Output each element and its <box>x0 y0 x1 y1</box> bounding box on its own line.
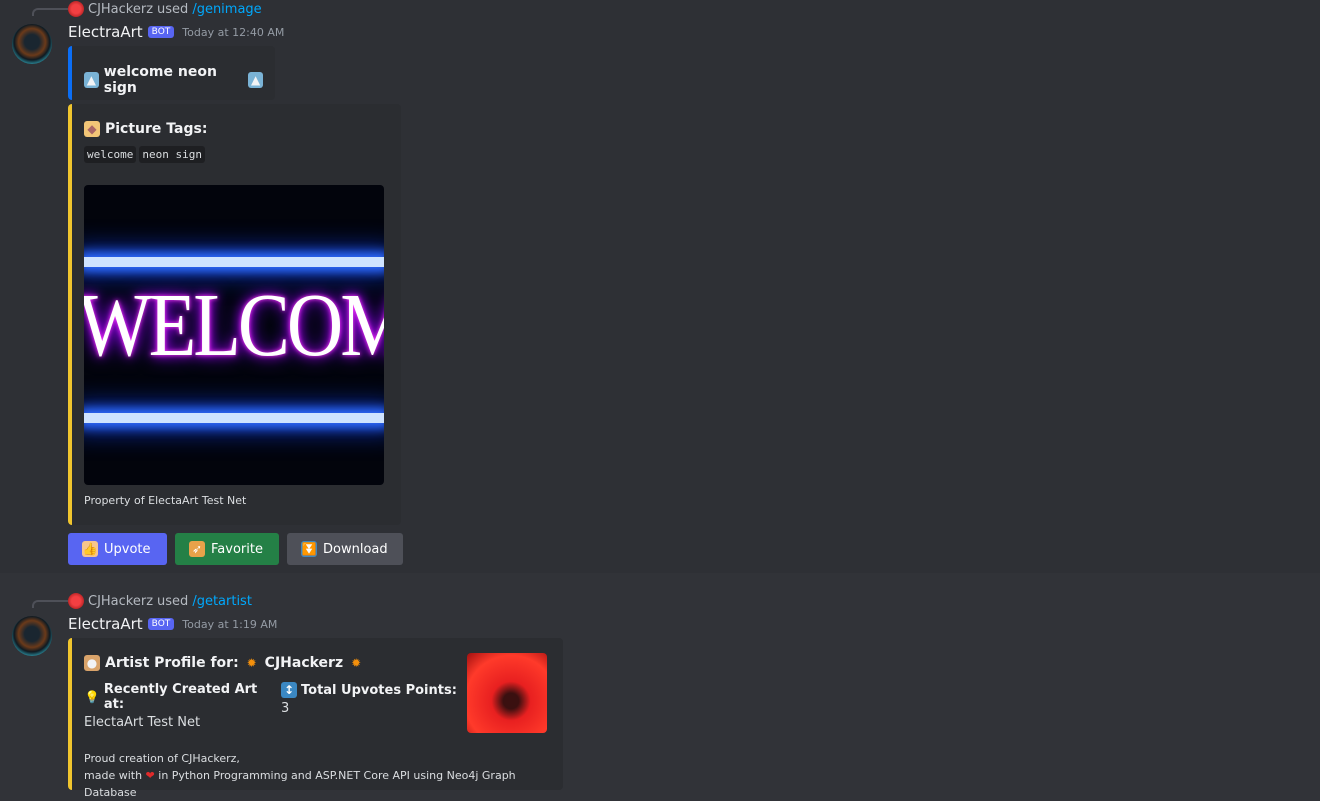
bot-avatar[interactable] <box>12 24 52 64</box>
rocket-icon: ➶ <box>189 541 205 557</box>
timestamp: Today at 12:40 AM <box>182 25 285 39</box>
generated-image[interactable]: WELCOME <box>84 185 384 485</box>
tag-chip: welcome <box>84 146 137 163</box>
author-name[interactable]: ElectraArt <box>68 23 143 41</box>
timestamp: Today at 1:19 AM <box>182 617 278 631</box>
user-avatar-small <box>68 593 84 609</box>
artist-profile-embed: ● Artist Profile for: ✹ CJHackerz ✹ 💡 Rec… <box>68 638 563 799</box>
light-bulb-icon: 💡 <box>84 690 100 704</box>
artist-name: CJHackerz <box>264 655 344 671</box>
message-genimage: CJHackerz used /genimage ElectraArt BOT … <box>0 0 1320 573</box>
bot-avatar[interactable] <box>12 616 52 656</box>
framed-picture-icon: ▲ <box>248 72 263 88</box>
download-button[interactable]: ⏬ Download <box>287 533 403 565</box>
reply-reference[interactable]: CJHackerz used /genimage <box>68 1 262 17</box>
embed-title: Picture Tags: <box>105 121 208 137</box>
reply-verb: used <box>157 593 189 609</box>
tag-chip: neon sign <box>139 146 205 163</box>
artist-palette-icon: ● <box>84 655 100 671</box>
heart-icon: ❤ <box>145 769 155 782</box>
image-neon-text: WELCOME <box>84 274 384 375</box>
field-value: ElectaArt Test Net <box>84 715 201 730</box>
user-avatar-small <box>68 1 84 17</box>
command-name[interactable]: /genimage <box>192 2 261 17</box>
reply-username[interactable]: CJHackerz <box>88 2 153 17</box>
reply-username[interactable]: CJHackerz <box>88 594 153 609</box>
reply-verb: used <box>157 1 189 17</box>
field-upvotes: ↕ Total Upvotes Points: 3 <box>281 682 457 716</box>
reply-reference[interactable]: CJHackerz used /getartist <box>68 593 252 609</box>
description-line: made with ❤ in Python Programming and AS… <box>84 769 516 799</box>
bot-badge: BOT <box>147 618 175 630</box>
sun-icon: ✹ <box>351 656 362 670</box>
embed-footer: Property of ElectaArt Test Net <box>84 494 247 507</box>
bot-badge: BOT <box>147 26 175 38</box>
thumbs-up-icon: 👍 <box>82 541 98 557</box>
title-embed: ▲ welcome neon sign ▲ <box>68 46 275 100</box>
command-name[interactable]: /getartist <box>192 594 252 609</box>
description-line: Proud creation of CJHackerz, <box>84 752 240 765</box>
favorite-button[interactable]: ➶ Favorite <box>175 533 279 565</box>
label-tag-icon: ◆ <box>84 121 100 137</box>
field-value: 3 <box>281 701 290 716</box>
embed-title: welcome neon sign <box>103 64 217 96</box>
upvote-button[interactable]: 👍 Upvote <box>68 533 167 565</box>
sun-icon: ✹ <box>246 656 257 670</box>
up-down-arrow-icon: ↕ <box>281 682 297 698</box>
field-recent-art: 💡 Recently Created Art at: ElectaArt Test… <box>84 682 281 730</box>
author-name[interactable]: ElectraArt <box>68 615 143 633</box>
embed-title: Artist Profile for: <box>105 655 239 671</box>
artist-thumbnail[interactable] <box>467 653 547 733</box>
framed-picture-icon: ▲ <box>84 72 99 88</box>
message-getartist: CJHackerz used /getartist ElectraArt BOT… <box>0 573 1320 799</box>
download-arrow-icon: ⏬ <box>301 541 317 557</box>
